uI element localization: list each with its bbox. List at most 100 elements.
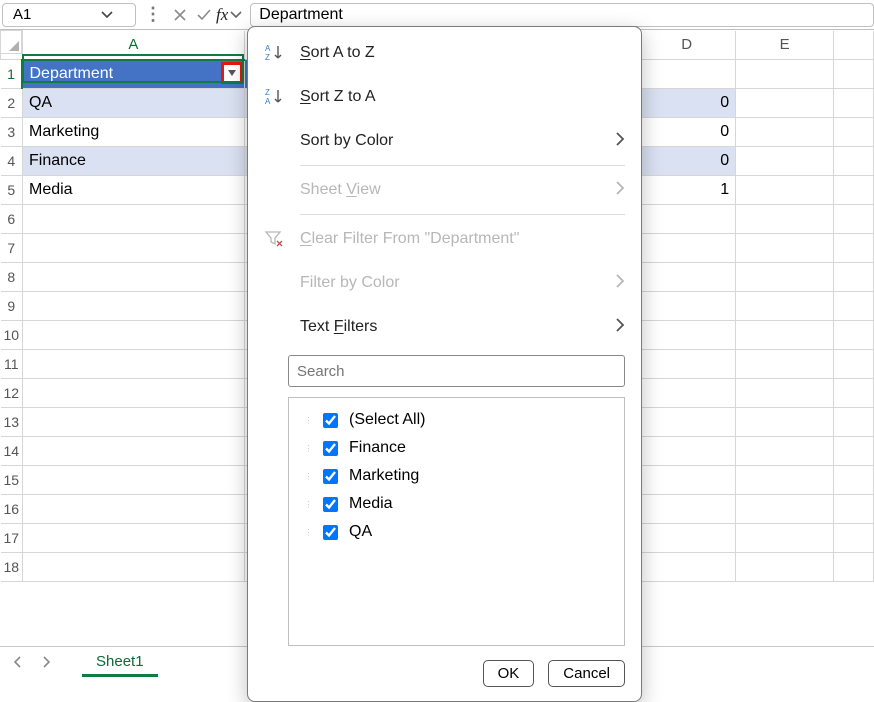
cell[interactable] bbox=[736, 147, 834, 176]
cell[interactable] bbox=[638, 379, 736, 408]
cell[interactable]: 0 bbox=[638, 118, 736, 147]
sheet-tab-active[interactable]: Sheet1 bbox=[82, 649, 158, 677]
cell[interactable] bbox=[638, 60, 736, 89]
cell[interactable] bbox=[638, 408, 736, 437]
cell[interactable] bbox=[22, 495, 244, 524]
cell[interactable] bbox=[736, 437, 834, 466]
cell[interactable] bbox=[834, 118, 874, 147]
cell[interactable] bbox=[638, 466, 736, 495]
cell[interactable] bbox=[834, 234, 874, 263]
cell[interactable] bbox=[638, 234, 736, 263]
cell[interactable] bbox=[834, 292, 874, 321]
cell[interactable] bbox=[638, 350, 736, 379]
ok-button[interactable]: OK bbox=[483, 660, 535, 687]
insert-function-button[interactable]: fx bbox=[216, 5, 242, 25]
cell[interactable] bbox=[736, 118, 834, 147]
cell[interactable] bbox=[736, 263, 834, 292]
sheet-nav-next[interactable] bbox=[34, 653, 58, 673]
cell[interactable] bbox=[736, 321, 834, 350]
cell[interactable] bbox=[834, 495, 874, 524]
sort-a-to-z[interactable]: AZ Sort A to Z bbox=[248, 31, 641, 75]
cell[interactable] bbox=[638, 205, 736, 234]
cell[interactable] bbox=[22, 321, 244, 350]
cell[interactable] bbox=[736, 205, 834, 234]
column-header-D[interactable]: D bbox=[638, 31, 736, 60]
cell[interactable] bbox=[834, 524, 874, 553]
cell[interactable] bbox=[834, 350, 874, 379]
cell[interactable] bbox=[736, 350, 834, 379]
cell[interactable]: Department bbox=[22, 60, 244, 89]
cell[interactable] bbox=[22, 205, 244, 234]
row-header[interactable]: 10 bbox=[1, 321, 23, 350]
cell[interactable] bbox=[834, 176, 874, 205]
row-header[interactable]: 13 bbox=[1, 408, 23, 437]
filter-checkbox[interactable] bbox=[323, 413, 338, 428]
cell[interactable] bbox=[736, 466, 834, 495]
cancel-button[interactable]: Cancel bbox=[548, 660, 625, 687]
cell[interactable] bbox=[22, 553, 244, 582]
row-header[interactable]: 3 bbox=[1, 118, 23, 147]
row-header[interactable]: 1 bbox=[1, 60, 23, 89]
filter-value-list[interactable]: ⋮(Select All)⋮Finance⋮Marketing⋮Media⋮QA bbox=[288, 397, 625, 646]
row-header[interactable]: 18 bbox=[1, 553, 23, 582]
cell[interactable] bbox=[736, 524, 834, 553]
cell[interactable] bbox=[22, 379, 244, 408]
sheet-nav-prev[interactable] bbox=[6, 653, 30, 673]
cell[interactable] bbox=[638, 263, 736, 292]
cell[interactable] bbox=[834, 263, 874, 292]
cell[interactable] bbox=[22, 408, 244, 437]
cell[interactable] bbox=[736, 176, 834, 205]
sort-by-color[interactable]: Sort by Color bbox=[248, 119, 641, 163]
filter-button[interactable] bbox=[223, 64, 241, 82]
filter-list-item[interactable]: ⋮Finance bbox=[303, 434, 616, 462]
cell[interactable] bbox=[22, 524, 244, 553]
row-header[interactable]: 12 bbox=[1, 379, 23, 408]
filter-checkbox[interactable] bbox=[323, 469, 338, 484]
cell[interactable] bbox=[834, 466, 874, 495]
cell[interactable] bbox=[22, 263, 244, 292]
column-header-A[interactable]: A bbox=[22, 31, 244, 60]
cell[interactable] bbox=[834, 205, 874, 234]
row-header[interactable]: 14 bbox=[1, 437, 23, 466]
sort-z-to-a[interactable]: ZA Sort Z to A bbox=[248, 75, 641, 119]
row-header[interactable]: 7 bbox=[1, 234, 23, 263]
cell[interactable] bbox=[638, 495, 736, 524]
cell[interactable] bbox=[638, 292, 736, 321]
cell[interactable] bbox=[834, 147, 874, 176]
cell[interactable] bbox=[638, 437, 736, 466]
cancel-formula-button[interactable] bbox=[168, 5, 192, 25]
cell[interactable]: 0 bbox=[638, 89, 736, 118]
row-header[interactable]: 5 bbox=[1, 176, 23, 205]
cell[interactable] bbox=[736, 379, 834, 408]
name-box[interactable] bbox=[2, 3, 136, 27]
cell[interactable] bbox=[638, 321, 736, 350]
filter-list-item[interactable]: ⋮Marketing bbox=[303, 462, 616, 490]
cell[interactable] bbox=[22, 350, 244, 379]
row-header[interactable]: 15 bbox=[1, 466, 23, 495]
cell[interactable] bbox=[736, 89, 834, 118]
cell[interactable] bbox=[22, 234, 244, 263]
row-header[interactable]: 2 bbox=[1, 89, 23, 118]
cell[interactable] bbox=[736, 234, 834, 263]
cell[interactable] bbox=[736, 553, 834, 582]
cell[interactable] bbox=[736, 60, 834, 89]
cell[interactable] bbox=[22, 437, 244, 466]
cell[interactable] bbox=[736, 292, 834, 321]
column-header-E[interactable]: E bbox=[736, 31, 834, 60]
formula-input[interactable] bbox=[250, 3, 874, 27]
row-header[interactable]: 9 bbox=[1, 292, 23, 321]
filter-checkbox[interactable] bbox=[323, 441, 338, 456]
cell[interactable]: QA bbox=[22, 89, 244, 118]
text-filters[interactable]: Text Filters bbox=[248, 305, 641, 349]
cell[interactable] bbox=[834, 321, 874, 350]
filter-list-item[interactable]: ⋮(Select All) bbox=[303, 406, 616, 434]
row-header[interactable]: 17 bbox=[1, 524, 23, 553]
cell[interactable] bbox=[834, 408, 874, 437]
cell[interactable] bbox=[638, 553, 736, 582]
cell[interactable] bbox=[834, 437, 874, 466]
cell-reference-input[interactable] bbox=[11, 5, 101, 24]
cell[interactable]: Finance bbox=[22, 147, 244, 176]
filter-checkbox[interactable] bbox=[323, 497, 338, 512]
row-header[interactable]: 8 bbox=[1, 263, 23, 292]
cell[interactable]: Media bbox=[22, 176, 244, 205]
